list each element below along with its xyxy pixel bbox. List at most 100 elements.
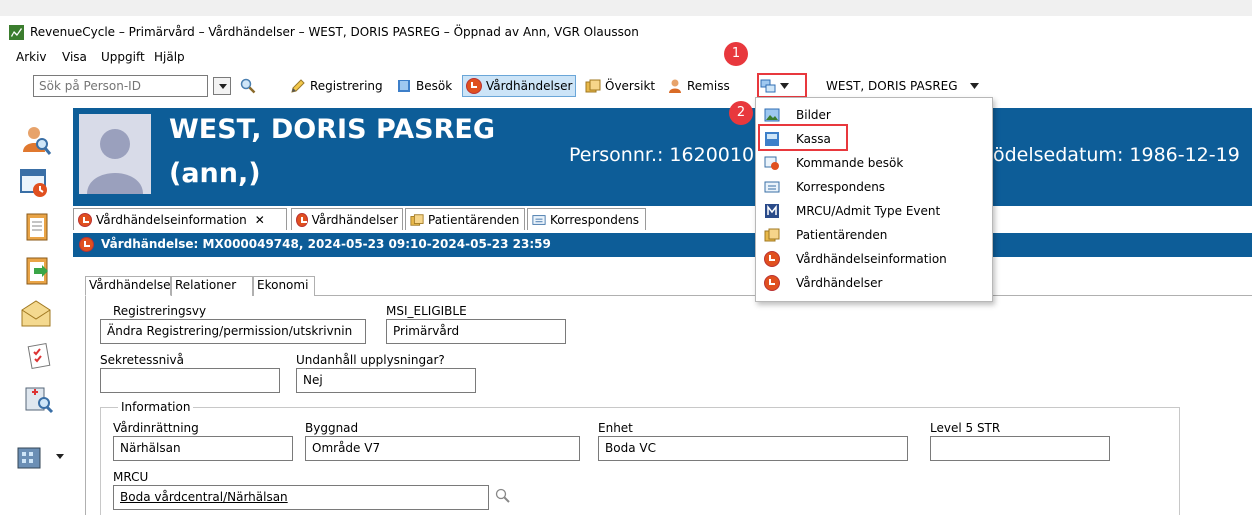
app-logo-icon [9,25,24,40]
chevron-down-icon [969,83,979,89]
window-title: RevenueCycle – Primärvård – Vårdhändelse… [30,25,639,39]
subtab-vardhandelse[interactable]: Vårdhändelse [85,276,171,296]
mrcu-label: MRCU [113,470,149,484]
mrcu-field[interactable]: Boda vårdcentral/Närhälsan [113,485,489,510]
menu-arkiv[interactable]: Arkiv [16,50,47,64]
search-dropdown-button[interactable] [213,77,231,95]
person-search-icon[interactable] [20,124,52,156]
patient-birthdate: ödelsedatum: 1986-12-19 [993,144,1240,166]
sekretessniva-field[interactable] [100,368,280,393]
remiss-label: Remiss [687,79,730,93]
chevron-down-icon[interactable] [56,454,64,459]
tab-vardhandelseinformation[interactable]: Vårdhändelseinformation ✕ [73,208,287,230]
menu-item-label: Vårdhändelser [796,276,883,290]
clock-icon [296,212,308,227]
document-tabs: Vårdhändelseinformation ✕ Vårdhändelser … [73,208,773,232]
building-icon[interactable] [14,440,46,472]
image-icon [764,108,780,122]
registrering-label: Registrering [310,79,383,93]
book-icon [398,80,410,92]
menu-item-label: Vårdhändelseinformation [796,252,947,266]
menu-item-patientarenden[interactable]: Patientärenden [756,223,992,247]
avatar [79,114,151,194]
patient-selector[interactable]: WEST, DORIS PASREG [826,75,979,97]
undanhall-field[interactable]: Nej [296,368,476,393]
registreringsvy-label: Registreringsvy [113,304,207,318]
search-icon[interactable] [495,488,511,504]
registreringsvy-field[interactable]: Ändra Registrering/permission/utskrivnin [100,319,366,344]
msi-eligible-label: MSI_ELIGIBLE [386,304,467,318]
tab-label: Patientärenden [428,212,520,227]
undanhall-label: Undanhåll upplysningar? [296,353,445,367]
folders-icon [764,228,780,242]
menu-item-label: Kommande besök [796,156,904,170]
information-group-title: Information [118,400,194,414]
menu-hjalp[interactable]: Hjälp [154,50,185,64]
oversikt-button[interactable]: Översikt [585,75,655,97]
clock-icon [764,251,780,267]
tab-vardhandelser[interactable]: Vårdhändelser [291,208,403,230]
close-icon[interactable]: ✕ [255,213,265,227]
highlight-windows-button [757,73,807,98]
search-icon[interactable] [240,78,256,94]
calendar-clock-icon[interactable] [18,166,50,198]
menu-item-vardhandelseinformation[interactable]: Vårdhändelseinformation [756,247,992,271]
menu-item-kommande-besok[interactable]: Kommande besök [756,151,992,175]
person-search-input[interactable] [33,75,208,97]
tab-label: Vårdhändelser [311,212,398,227]
besok-label: Besök [416,79,453,93]
clock-icon [78,212,92,227]
menu-visa[interactable]: Visa [62,50,87,64]
registrering-button[interactable]: Registrering [290,75,383,97]
annotation-badge-2: 2 [729,101,753,125]
calendar-clock-icon [764,156,779,170]
vardinrattning-field[interactable]: Närhälsan [113,436,293,461]
checklist-icon[interactable] [24,340,56,372]
patient-header: WEST, DORIS PASREG (ann,) Personnr.: 162… [73,108,1252,206]
level5-field[interactable] [930,436,1110,461]
subtab-ekonomi[interactable]: Ekonomi [253,276,315,296]
vardinrattning-label: Vårdinrättning [113,421,199,435]
subtab-relationer[interactable]: Relationer [171,276,253,296]
clipboard-arrow-icon[interactable] [22,254,54,286]
besok-button[interactable]: Besök [396,75,452,97]
title-bar: RevenueCycle – Primärvård – Vårdhändelse… [0,16,1252,48]
menu-bar: Arkiv Visa Uppgift Hjälp [0,48,700,68]
event-title: Vårdhändelse: MX000049748, 2024-05-23 09… [101,237,551,251]
envelope-icon[interactable] [20,298,52,330]
tab-korrespondens[interactable]: Korrespondens [527,208,646,230]
annotation-badge-1: 1 [724,42,748,66]
enhet-label: Enhet [598,421,633,435]
hospital-search-icon[interactable] [22,382,54,414]
enhet-field[interactable]: Boda VC [598,436,908,461]
toolbar: Registrering Besök Vårdhändelser Översik… [0,70,1252,102]
menu-item-vardhandelser[interactable]: Vårdhändelser [756,271,992,295]
tab-label: Korrespondens [550,212,640,227]
vardhandelser-label: Vårdhändelser [486,79,573,93]
vardhandelser-button[interactable]: Vårdhändelser [462,75,577,97]
clipboard-icon[interactable] [22,210,54,242]
top-strip [0,0,1252,16]
menu-item-label: MRCU/Admit Type Event [796,204,941,218]
sekretessniva-label: Sekretessnivå [100,353,184,367]
remiss-button[interactable]: Remiss [667,75,730,97]
tab-patientarenden[interactable]: Patientärenden [405,208,525,230]
folders-icon [410,213,424,226]
document-icon [532,214,546,225]
event-band: Vårdhändelse: MX000049748, 2024-05-23 09… [73,233,1252,257]
byggnad-field[interactable]: Område V7 [305,436,580,461]
clock-icon [79,237,94,252]
menu-uppgift[interactable]: Uppgift [101,50,145,64]
menu-item-mrcu[interactable]: MRCU/Admit Type Event [756,199,992,223]
document-icon [764,181,780,193]
pencil-icon [291,79,305,93]
tab-label: Vårdhändelseinformation [96,212,247,227]
highlight-kassa-item [758,124,848,151]
msi-eligible-field[interactable]: Primärvård [386,319,566,344]
patient-personnr: Personnr.: 16200105 [569,144,767,166]
menu-item-label: Patientärenden [796,228,888,242]
menu-item-korrespondens[interactable]: Korrespondens [756,175,992,199]
clock-icon [764,275,780,291]
oversikt-label: Översikt [605,79,656,93]
person-icon [669,79,681,93]
